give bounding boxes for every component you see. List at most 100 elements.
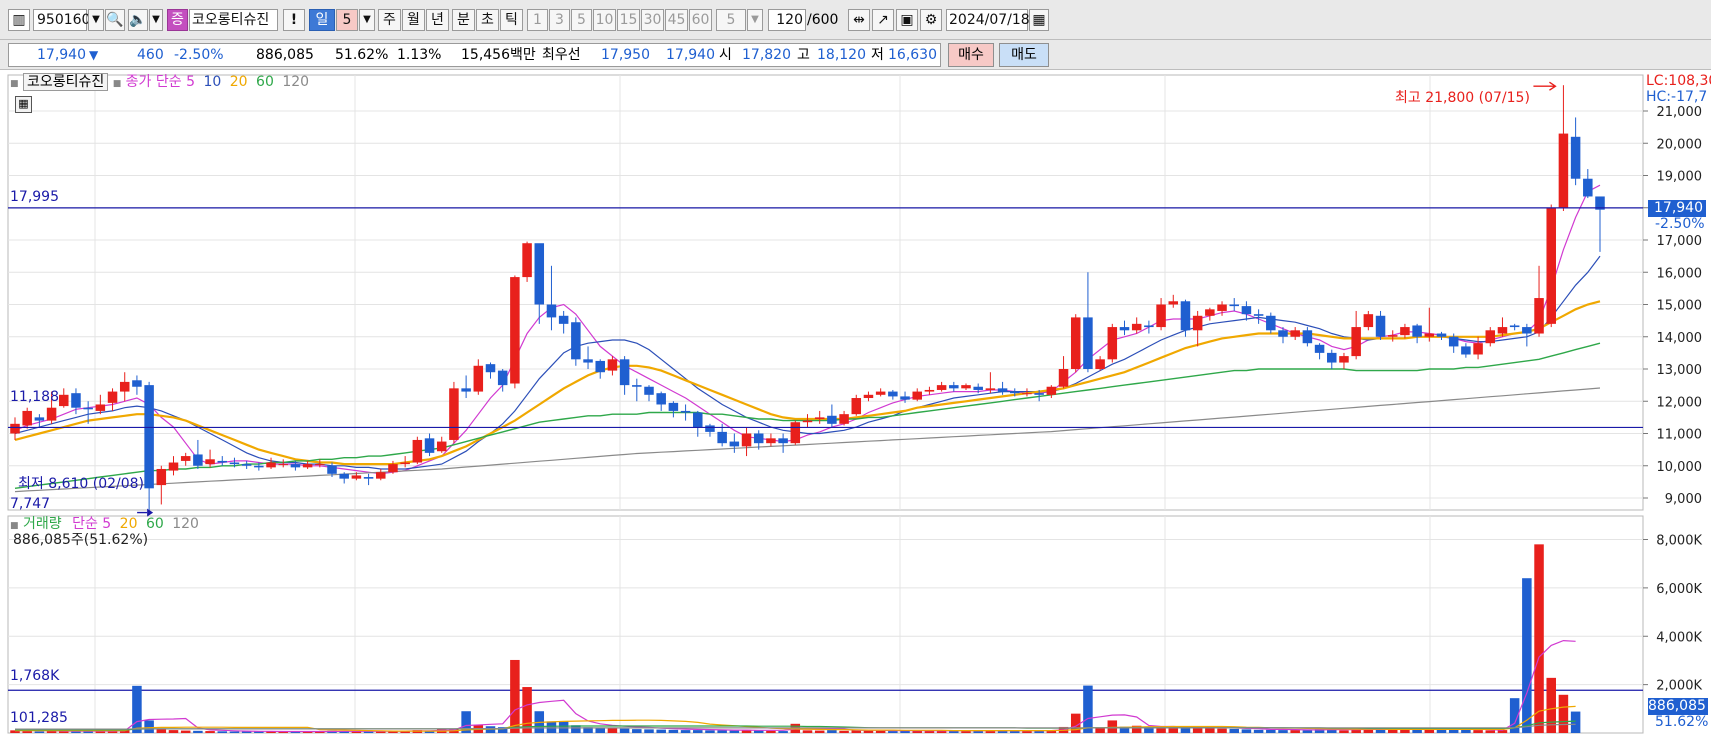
volume-bar [1229, 728, 1239, 733]
layout-icon[interactable]: ▥ [8, 9, 30, 31]
toolbar: ▥ 950160 ▼ 🔍 🔈 ▼ 증 코오롱티슈진 ! 일 5 ▼ 주 월 년 … [0, 0, 1711, 40]
interval-button[interactable]: 30 [641, 9, 664, 31]
volume-bar [656, 729, 666, 733]
period-year-button[interactable]: 년 [426, 9, 449, 31]
candle-body [1400, 327, 1410, 336]
period-day-button[interactable]: 일 [309, 9, 335, 31]
volume-bar [229, 731, 240, 733]
interval-button[interactable]: 3 [549, 9, 570, 31]
candle-body [59, 394, 69, 407]
volume-bar [22, 731, 32, 733]
volume-bar [632, 729, 642, 733]
price-tick-label: 20,000 [1657, 137, 1703, 152]
candle-body [546, 304, 557, 318]
interval-custom-field[interactable]: 5 [716, 9, 746, 31]
volume-bar [717, 730, 727, 733]
sell-button[interactable]: 매도 [999, 43, 1049, 67]
speaker-dropdown-icon[interactable]: ▼ [149, 9, 163, 31]
candle-body [997, 388, 1008, 392]
period-month-button[interactable]: 월 [402, 9, 425, 31]
candle-body [1412, 325, 1422, 337]
buy-button[interactable]: 매수 [948, 43, 994, 67]
candle-body [1168, 301, 1179, 305]
legend-ma120[interactable]: 120 [282, 74, 309, 90]
legend-volume-ma-type[interactable]: 단순 [72, 516, 98, 532]
legend-vma20[interactable]: 20 [120, 516, 138, 532]
volume-tick-label: 8,000K [1656, 534, 1702, 549]
candle-body [266, 462, 276, 468]
trade-value: 15,456백만 [461, 47, 536, 63]
interval-button[interactable]: 5 [571, 9, 592, 31]
legend-ma5[interactable]: 5 [186, 74, 195, 90]
candle-body [400, 462, 410, 465]
legend-volume-series[interactable]: 거래량 [23, 516, 62, 532]
stock-code-input[interactable]: 950160 [33, 9, 90, 31]
legend-ma20[interactable]: 20 [230, 74, 248, 90]
speaker-icon[interactable]: 🔈 [128, 9, 148, 31]
bar-count-input[interactable]: 120 [768, 9, 806, 31]
candle-body [412, 439, 423, 463]
price-tick-label: 17,000 [1657, 234, 1703, 249]
period-dropdown-icon[interactable]: ▼ [359, 9, 375, 31]
candle-body [193, 454, 203, 466]
candle-body [949, 385, 959, 389]
volume-bar [766, 730, 776, 733]
table-icon[interactable]: ▦ [15, 96, 32, 113]
period-week-button[interactable]: 주 [378, 9, 401, 31]
period-second-button[interactable]: 초 [476, 9, 499, 31]
volume-bar [510, 659, 520, 733]
candle-body [1546, 207, 1556, 324]
candle-body [1156, 304, 1166, 328]
price-volume-chart[interactable]: 9,000 10,000 11,000 12,000 13,000 14,000 15,00… [0, 70, 1711, 734]
price-tick-label: 11,000 [1657, 428, 1703, 443]
volume-bar [217, 731, 228, 733]
legend-stock-name[interactable]: 코오롱티슈진 [22, 73, 109, 91]
alert-button[interactable]: ! [283, 9, 305, 31]
price-pane-frame [7, 74, 1644, 511]
legend-vma5[interactable]: 5 [102, 516, 111, 532]
volume-bar [875, 730, 886, 733]
volume-bar [1400, 729, 1410, 733]
legend-ma10[interactable]: 10 [203, 74, 221, 90]
calendar-icon[interactable]: ▦ [1029, 9, 1049, 31]
interval-button[interactable]: 60 [689, 9, 712, 31]
candle-body [814, 417, 825, 419]
current-change-tag: -2.50% [1655, 216, 1705, 232]
zoom-icon[interactable]: ⇹ [848, 9, 870, 31]
candle-body [95, 404, 106, 411]
interval-button[interactable]: 15 [617, 9, 640, 31]
candle-body [1522, 327, 1532, 334]
line-tool-icon[interactable]: ↗ [872, 9, 894, 31]
interval-button[interactable]: 10 [593, 9, 616, 31]
volume-tick-label: 2,000K [1656, 679, 1702, 694]
interval-button[interactable]: 1 [527, 9, 548, 31]
date-input[interactable]: 2024/07/18 [946, 9, 1030, 31]
interval-button[interactable]: 45 [665, 9, 688, 31]
candle-body [302, 464, 313, 468]
open-price: 17,820 [742, 47, 791, 63]
legend-vma120[interactable]: 120 [172, 516, 199, 532]
volume-bar [34, 731, 45, 733]
legend-ma60[interactable]: 60 [256, 74, 274, 90]
candle-body [632, 385, 642, 387]
period-tick-button[interactable]: 틱 [500, 9, 523, 31]
stock-name-field[interactable]: 코오롱티슈진 [189, 9, 278, 31]
candle-body [961, 385, 971, 389]
period-day-count[interactable]: 5 [336, 9, 358, 31]
search-icon[interactable]: 🔍 [105, 9, 125, 31]
interval-dropdown-icon[interactable]: ▼ [747, 9, 763, 31]
period-minute-button[interactable]: 분 [452, 9, 475, 31]
candle-body [1278, 330, 1288, 337]
save-icon[interactable]: ▣ [896, 9, 918, 31]
candle-body [351, 475, 362, 479]
price-tick-label: 21,000 [1657, 105, 1703, 120]
gear-icon[interactable]: ⚙ [920, 9, 942, 31]
legend-close-series[interactable]: 종가 단순 [126, 74, 182, 90]
candle-body [144, 385, 154, 489]
min-price-label: 최저 8,610 (02/08) [18, 476, 145, 492]
legend-vma60[interactable]: 60 [146, 516, 164, 532]
code-dropdown-icon[interactable]: ▼ [88, 9, 104, 31]
volume-bar [1461, 729, 1471, 733]
volume-bar [168, 730, 179, 733]
volume-bar [1253, 729, 1264, 733]
